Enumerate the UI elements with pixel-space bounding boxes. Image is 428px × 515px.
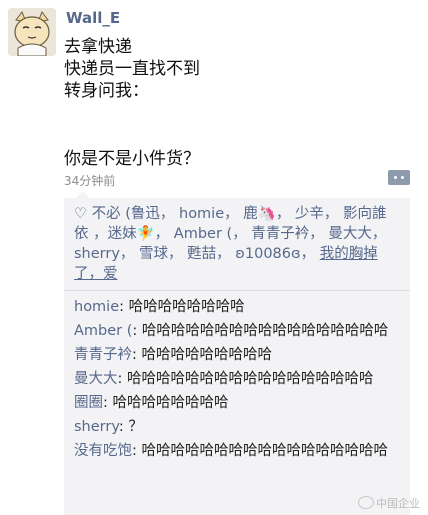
cat-avatar-icon — [8, 8, 56, 56]
like-user[interactable]: 甦喆 — [187, 246, 216, 262]
post-author-name[interactable]: Wall_E — [66, 9, 120, 27]
comment-item[interactable]: homie: 哈哈哈哈哈哈哈哈 — [64, 297, 410, 317]
post-line: 转身问我： — [64, 81, 149, 101]
comment-text: 哈哈哈哈哈哈哈哈 — [112, 395, 229, 411]
like-user[interactable]: 青青子衿 — [251, 226, 309, 242]
comment-item[interactable]: 青青子衿: 哈哈哈哈哈哈哈哈哈 — [64, 345, 410, 365]
divider — [64, 290, 410, 291]
comment-author[interactable]: sherry — [74, 419, 119, 435]
weibo-logo-icon — [358, 496, 374, 509]
like-user[interactable]: homie — [179, 206, 224, 222]
post-body: 去拿快递 快递员一直找不到 转身问我： 你是不是小件货？ — [64, 36, 404, 170]
like-user[interactable]: 少辛 — [295, 206, 324, 222]
dot-icon — [401, 176, 404, 179]
comment-text: ？ — [128, 419, 143, 435]
avatar[interactable] — [8, 8, 56, 56]
watermark-text: 中国企业 — [376, 497, 420, 510]
comment-item[interactable]: 没有吃饱: 哈哈哈哈哈哈哈哈哈哈哈哈哈哈哈哈哈 — [64, 441, 410, 461]
comment-author[interactable]: homie — [74, 299, 119, 315]
post-line: 去拿快递 — [64, 37, 132, 57]
comment-author[interactable]: 圈圈 — [74, 395, 103, 411]
comment-text: 哈哈哈哈哈哈哈哈哈哈哈哈哈哈哈哈哈 — [141, 323, 389, 339]
comment-text: 哈哈哈哈哈哈哈哈哈 — [141, 347, 273, 363]
like-user[interactable]: Amber ( — [174, 226, 232, 242]
like-user[interactable]: 鹿🦄 — [243, 206, 276, 222]
post-line: 你是不是小件货？ — [64, 149, 200, 169]
comment-menu-button[interactable] — [388, 170, 410, 185]
comment-text: 哈哈哈哈哈哈哈哈哈哈哈哈哈哈哈哈哈 — [127, 371, 374, 387]
watermark: 中国企业 — [358, 495, 420, 511]
likes-list: ♡ 不必 (鲁迅， homie， 鹿🦄， 少辛， 影向誰依 ，迷妹🧚， Ambe… — [74, 206, 387, 282]
comment-author[interactable]: 没有吃饱 — [74, 443, 132, 459]
moments-post: Wall_E 去拿快递 快递员一直找不到 转身问我： 你是不是小件货？ 34分钟… — [0, 0, 428, 515]
like-user[interactable]: 雪球 — [139, 246, 168, 262]
like-user[interactable]: 曼大大 — [328, 226, 372, 242]
post-timestamp: 34分钟前 — [64, 174, 116, 188]
heart-icon: ♡ — [74, 206, 87, 222]
comment-item[interactable]: 曼大大: 哈哈哈哈哈哈哈哈哈哈哈哈哈哈哈哈哈 — [64, 369, 410, 389]
comment-item[interactable]: sherry: ？ — [64, 417, 410, 437]
comment-item[interactable]: Amber (: 哈哈哈哈哈哈哈哈哈哈哈哈哈哈哈哈哈 — [64, 321, 410, 341]
like-user[interactable]: 不必 (鲁迅 — [92, 206, 160, 222]
comment-text: 哈哈哈哈哈哈哈哈哈哈哈哈哈哈哈哈哈 — [141, 443, 389, 459]
dot-icon — [394, 176, 397, 179]
comment-item[interactable]: 圈圈: 哈哈哈哈哈哈哈哈 — [64, 393, 410, 413]
post-line: 快递员一直找不到 — [64, 59, 200, 79]
like-user[interactable]: ，迷妹🧚 — [93, 226, 155, 242]
comment-author[interactable]: 曼大大 — [74, 371, 118, 387]
comment-area: ♡ 不必 (鲁迅， homie， 鹿🦄， 少辛， 影向誰依 ，迷妹🧚， Ambe… — [64, 191, 410, 515]
like-user[interactable]: sherry — [74, 246, 120, 262]
comment-text: 哈哈哈哈哈哈哈哈 — [128, 299, 245, 315]
comment-author[interactable]: 青青子衿 — [74, 347, 132, 363]
comment-author[interactable]: Amber ( — [74, 323, 132, 339]
like-user[interactable]: ʚ10086ɞ — [235, 246, 300, 262]
